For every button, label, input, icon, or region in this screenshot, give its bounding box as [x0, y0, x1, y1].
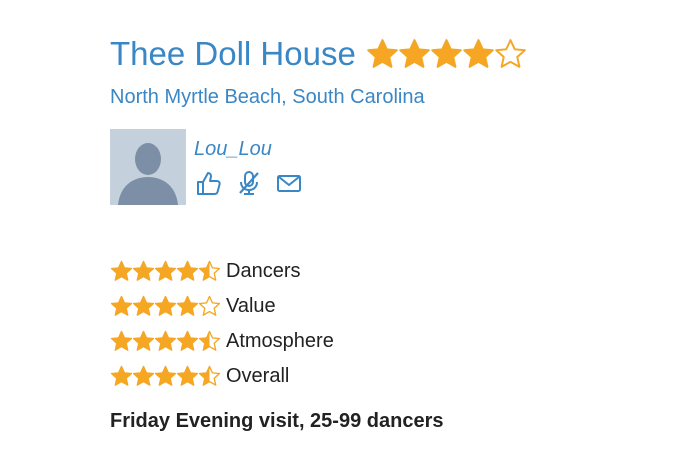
- reviewer-actions: [194, 168, 314, 198]
- city-link[interactable]: North Myrtle Beach: [110, 86, 281, 108]
- message-button[interactable]: [274, 168, 304, 198]
- star-full-icon: [110, 260, 133, 281]
- rating-row: Overall: [110, 359, 334, 394]
- rating-label: Atmosphere: [226, 330, 334, 352]
- club-name-link[interactable]: Thee Doll House: [110, 35, 356, 73]
- star-full-icon: [132, 260, 155, 281]
- rating-stars: [110, 260, 221, 283]
- star-full-icon: [110, 330, 133, 351]
- location-separator: ,: [281, 86, 287, 108]
- rating-stars: [110, 330, 221, 353]
- star-full-icon: [176, 260, 199, 281]
- rating-row: Dancers: [110, 254, 334, 289]
- title-row: Thee Doll House: [110, 33, 526, 75]
- reviewer-username[interactable]: Lou_Lou: [194, 138, 272, 161]
- star-full-icon: [132, 330, 155, 351]
- star-full-icon: [431, 38, 462, 68]
- rating-label: Overall: [226, 365, 290, 387]
- category-ratings: Dancers Value Atmosphere Overall: [110, 254, 334, 394]
- rating-label: Dancers: [226, 260, 301, 282]
- rating-row: Atmosphere: [110, 324, 334, 359]
- rating-stars: [110, 365, 221, 388]
- rating-row: Value: [110, 289, 334, 324]
- default-avatar-icon: [110, 129, 186, 205]
- star-full-icon: [154, 330, 177, 351]
- star-empty-icon: [198, 295, 221, 316]
- star-full-icon: [132, 295, 155, 316]
- club-location: North Myrtle Beach, South Carolina: [110, 86, 425, 109]
- rating-stars: [110, 295, 221, 318]
- star-full-icon: [463, 38, 494, 68]
- star-full-icon: [176, 330, 199, 351]
- star-full-icon: [132, 365, 155, 386]
- mute-microphone-icon: [239, 171, 259, 195]
- star-half-icon: [198, 365, 221, 386]
- star-full-icon: [154, 365, 177, 386]
- mute-button[interactable]: [234, 168, 264, 198]
- like-button[interactable]: [194, 168, 224, 198]
- avatar[interactable]: [110, 129, 186, 205]
- visit-details: Friday Evening visit, 25-99 dancers: [110, 410, 444, 432]
- star-half-icon: [198, 260, 221, 281]
- star-empty-icon: [495, 38, 526, 68]
- like-icon: [197, 172, 221, 195]
- star-full-icon: [110, 295, 133, 316]
- message-icon: [277, 175, 301, 192]
- star-half-icon: [198, 330, 221, 351]
- star-full-icon: [154, 260, 177, 281]
- star-full-icon: [110, 365, 133, 386]
- star-full-icon: [154, 295, 177, 316]
- star-full-icon: [399, 38, 430, 68]
- star-full-icon: [176, 295, 199, 316]
- star-full-icon: [367, 38, 398, 68]
- star-full-icon: [176, 365, 199, 386]
- state-link[interactable]: South Carolina: [292, 86, 424, 108]
- rating-label: Value: [226, 295, 276, 317]
- club-rating-stars: [366, 38, 526, 71]
